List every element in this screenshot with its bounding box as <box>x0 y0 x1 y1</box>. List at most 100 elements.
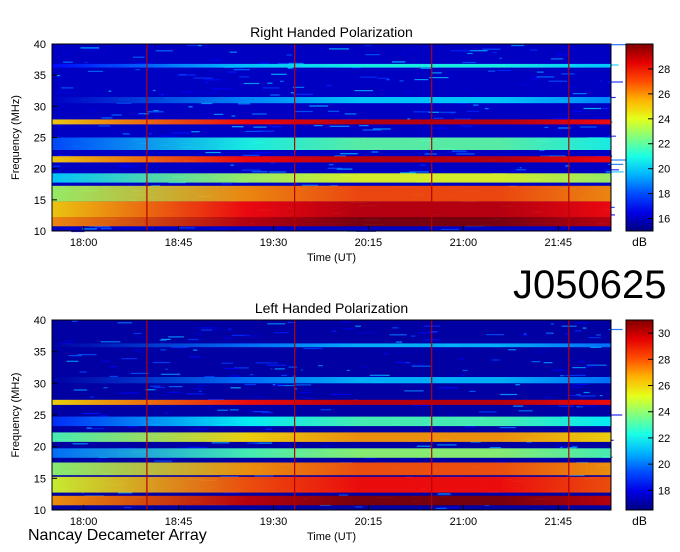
noise-speckle <box>270 94 280 96</box>
noise-speckle <box>82 412 100 415</box>
noise-speckle <box>582 327 587 329</box>
noise-speckle <box>89 396 95 398</box>
noise-speckle <box>533 351 548 353</box>
noise-speckle <box>98 415 108 417</box>
noise-speckle <box>564 48 579 50</box>
noise-speckle <box>578 361 584 363</box>
noise-speckle <box>65 227 80 230</box>
noise-speckle <box>542 396 554 398</box>
noise-speckle <box>515 169 527 171</box>
noise-speckle <box>197 384 207 386</box>
noise-speckle <box>191 131 200 133</box>
noise-speckle <box>460 125 473 127</box>
noise-speckle <box>473 104 479 106</box>
noise-speckle <box>573 110 583 112</box>
noise-speckle <box>462 61 476 64</box>
noise-speckle <box>206 116 209 118</box>
instrument-label: Nancay Decameter Array <box>28 527 207 544</box>
noise-speckle <box>409 49 415 51</box>
noise-speckle <box>416 445 432 447</box>
colorbar-tick-label: 20 <box>658 459 670 471</box>
noise-speckle <box>518 410 533 412</box>
noise-speckle <box>552 117 568 120</box>
noise-speckle <box>328 164 334 166</box>
noise-speckle <box>159 58 166 61</box>
noise-speckle <box>517 84 533 86</box>
noise-speckle <box>501 494 521 496</box>
noise-speckle <box>420 67 432 69</box>
noise-speckle <box>117 322 132 324</box>
noise-speckle <box>371 151 379 153</box>
noise-speckle <box>247 442 259 444</box>
noise-speckle <box>362 129 382 131</box>
noise-speckle <box>261 412 273 414</box>
noise-speckle <box>438 389 458 391</box>
noise-speckle <box>513 405 524 407</box>
noise-speckle <box>561 73 575 75</box>
noise-speckle <box>354 90 373 92</box>
noise-speckle <box>87 109 98 111</box>
noise-speckle <box>499 393 518 396</box>
noise-speckle <box>241 508 259 510</box>
noise-speckle <box>189 333 196 335</box>
noise-speckle <box>133 56 145 58</box>
noise-speckle <box>567 394 580 397</box>
noise-speckle <box>204 375 215 378</box>
x-tick-label: 21:45 <box>544 516 572 528</box>
noise-speckle <box>344 113 357 115</box>
noise-speckle <box>458 358 465 360</box>
colorbar-label: dB <box>632 514 647 528</box>
noise-speckle <box>73 389 88 391</box>
noise-speckle <box>440 111 456 113</box>
noise-speckle <box>100 341 121 343</box>
noise-speckle <box>177 74 196 76</box>
noise-speckle <box>430 127 449 129</box>
noise-speckle <box>98 125 111 127</box>
colorbar-tick-label: 26 <box>658 381 670 393</box>
noise-speckle <box>411 335 416 337</box>
noise-speckle <box>266 364 287 366</box>
noise-speckle <box>372 321 385 323</box>
noise-speckle <box>602 107 609 110</box>
noise-speckle <box>193 77 213 79</box>
noise-speckle <box>449 413 455 415</box>
noise-speckle <box>411 91 427 93</box>
noise-speckle <box>259 130 275 132</box>
noise-speckle <box>456 153 475 155</box>
noise-speckle <box>133 332 142 335</box>
y-tick-label: 40 <box>34 39 46 51</box>
emission-band <box>52 399 611 405</box>
noise-speckle <box>153 388 164 390</box>
noise-speckle <box>389 334 407 336</box>
noise-speckle <box>239 76 249 78</box>
y-axis-label: Frequency (MHz) <box>10 95 22 180</box>
y-tick-label: 20 <box>34 164 46 176</box>
colorbar-tick-label: 22 <box>658 433 670 445</box>
noise-speckle <box>243 82 260 85</box>
emission-band <box>52 97 611 104</box>
noise-speckle <box>258 52 263 54</box>
noise-speckle <box>119 227 138 229</box>
noise-speckle <box>198 390 202 392</box>
noise-speckle <box>431 348 446 350</box>
noise-speckle <box>313 125 323 127</box>
noise-speckle <box>289 325 295 327</box>
noise-speckle <box>465 426 476 428</box>
noise-speckle <box>269 171 286 173</box>
y-tick-label: 30 <box>34 101 46 113</box>
noise-speckle <box>346 369 350 371</box>
noise-speckle <box>411 404 432 406</box>
noise-speckle <box>544 126 549 128</box>
emission-band <box>52 63 611 68</box>
noise-speckle <box>338 494 349 496</box>
noise-speckle <box>340 153 358 155</box>
noise-speckle <box>578 395 597 397</box>
noise-speckle <box>524 412 530 414</box>
noise-speckle <box>430 72 442 74</box>
noise-speckle <box>499 427 516 429</box>
noise-speckle <box>299 392 311 394</box>
noise-speckle <box>154 460 173 462</box>
noise-speckle <box>588 337 601 339</box>
noise-speckle <box>401 458 416 460</box>
noise-speckle <box>213 113 224 115</box>
